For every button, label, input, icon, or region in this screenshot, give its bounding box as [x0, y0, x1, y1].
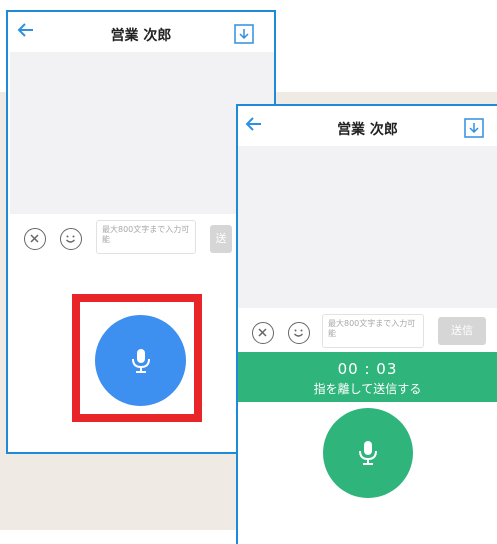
message-area	[238, 146, 497, 308]
close-icon	[30, 234, 39, 243]
message-input-row: 最大800文字まで入力可能 送	[8, 214, 274, 258]
smile-icon	[294, 329, 303, 337]
recording-time: 00 : 03	[337, 360, 398, 378]
recording-bar: 00 : 03 指を離して送信する	[238, 352, 497, 402]
chat-header: 営業 次郎	[238, 106, 497, 146]
microphone-icon	[359, 441, 377, 465]
right-phone-screen: 営業 次郎 最大800文字まで入力可能 送信 00 : 03 指を離して送信する	[236, 104, 497, 544]
mic-button-recording[interactable]	[323, 408, 413, 498]
send-button[interactable]: 送	[210, 225, 232, 253]
message-input[interactable]: 最大800文字まで入力可能	[322, 314, 424, 348]
chat-partner-name: 営業 次郎	[337, 122, 398, 138]
highlight-box	[72, 294, 202, 422]
download-icon[interactable]	[464, 118, 484, 138]
message-input-row: 最大800文字まで入力可能 送信	[238, 308, 497, 352]
clear-icon[interactable]	[24, 228, 46, 250]
close-icon	[258, 328, 267, 337]
clear-icon[interactable]	[252, 322, 274, 344]
send-button[interactable]: 送信	[438, 317, 486, 345]
emoji-icon[interactable]	[288, 322, 310, 344]
smile-icon	[66, 235, 75, 243]
recording-hint: 指を離して送信する	[313, 382, 422, 396]
chat-header: 営業 次郎	[8, 12, 274, 52]
download-icon[interactable]	[234, 24, 254, 44]
emoji-icon[interactable]	[60, 228, 82, 250]
message-area	[10, 52, 274, 214]
message-input[interactable]: 最大800文字まで入力可能	[96, 220, 196, 254]
